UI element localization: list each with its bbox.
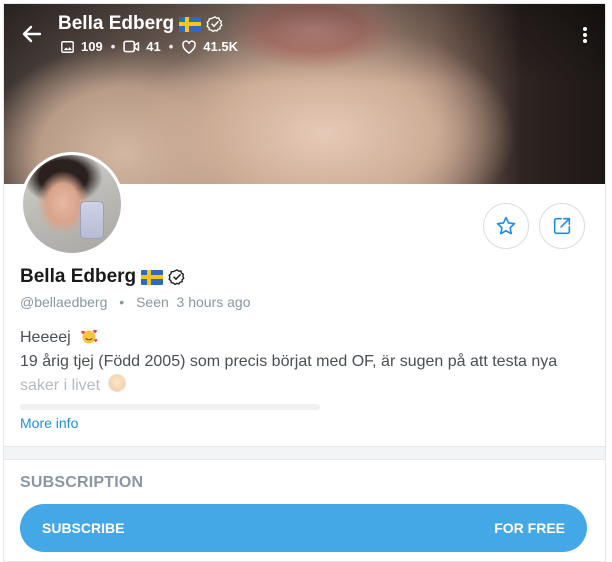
back-button[interactable] — [20, 22, 44, 46]
profile-handle[interactable]: @bellaedberg — [20, 294, 107, 310]
favorite-button[interactable] — [483, 203, 529, 249]
face-emoji-icon — [108, 374, 127, 392]
share-icon — [553, 217, 571, 235]
subscribe-label: SUBSCRIBE — [42, 520, 125, 536]
verified-icon — [168, 269, 185, 286]
bio-line-1: Heeeej — [20, 329, 71, 346]
profile-name-text: Bella Edberg — [20, 266, 137, 287]
videos-count: 41 — [146, 39, 161, 54]
image-icon — [61, 40, 74, 53]
smiling-face-with-hearts-icon — [81, 329, 98, 344]
flag-sweden-icon — [179, 16, 202, 32]
more-info-link[interactable]: More info — [20, 415, 78, 431]
verified-icon — [206, 16, 223, 33]
last-seen: Seen 3 hours ago — [136, 294, 251, 310]
separator-dot: • — [110, 39, 116, 54]
share-button[interactable] — [539, 203, 585, 249]
video-icon — [123, 40, 140, 53]
likes-count: 41.5K — [203, 39, 238, 54]
profile-name: Bella Edberg — [20, 266, 186, 288]
faded-text-placeholder — [20, 404, 320, 410]
star-icon — [496, 216, 516, 235]
more-options-button[interactable] — [581, 24, 589, 46]
section-divider — [4, 446, 605, 460]
subscription-heading: SUBSCRIPTION — [20, 474, 144, 491]
heart-icon — [182, 39, 197, 54]
bio-faded-overflow — [20, 398, 580, 416]
profile-bio: Heeeej 19 årig tjej (Född 2005) som prec… — [20, 326, 580, 416]
photos-count: 109 — [81, 39, 103, 54]
header-stats: 109 • 41 • 41.5K — [60, 39, 238, 54]
bio-line-3: saker i livet — [20, 377, 101, 394]
bio-line-2: 19 årig tjej (Född 2005) som precis börj… — [20, 353, 558, 370]
back-arrow-icon — [22, 25, 42, 43]
more-vertical-icon — [583, 27, 587, 43]
bio-line: Heeeej — [20, 326, 580, 350]
separator-dot: • — [119, 294, 125, 310]
header-name: Bella Edberg — [58, 13, 175, 34]
separator-dot: • — [168, 39, 174, 54]
subscribe-button[interactable]: SUBSCRIBE FOR FREE — [20, 504, 587, 552]
price-label: FOR FREE — [494, 520, 565, 536]
profile-page: Bella Edberg 109 • 41 • 41.5K Bella Edbe… — [3, 3, 606, 562]
header-title: Bella Edberg — [58, 13, 224, 35]
profile-meta: @bellaedberg • Seen 3 hours ago — [20, 294, 251, 310]
flag-sweden-icon — [141, 269, 164, 285]
avatar[interactable] — [20, 152, 124, 256]
bio-line: saker i livet — [20, 374, 580, 398]
avatar-phone-detail — [80, 201, 104, 239]
